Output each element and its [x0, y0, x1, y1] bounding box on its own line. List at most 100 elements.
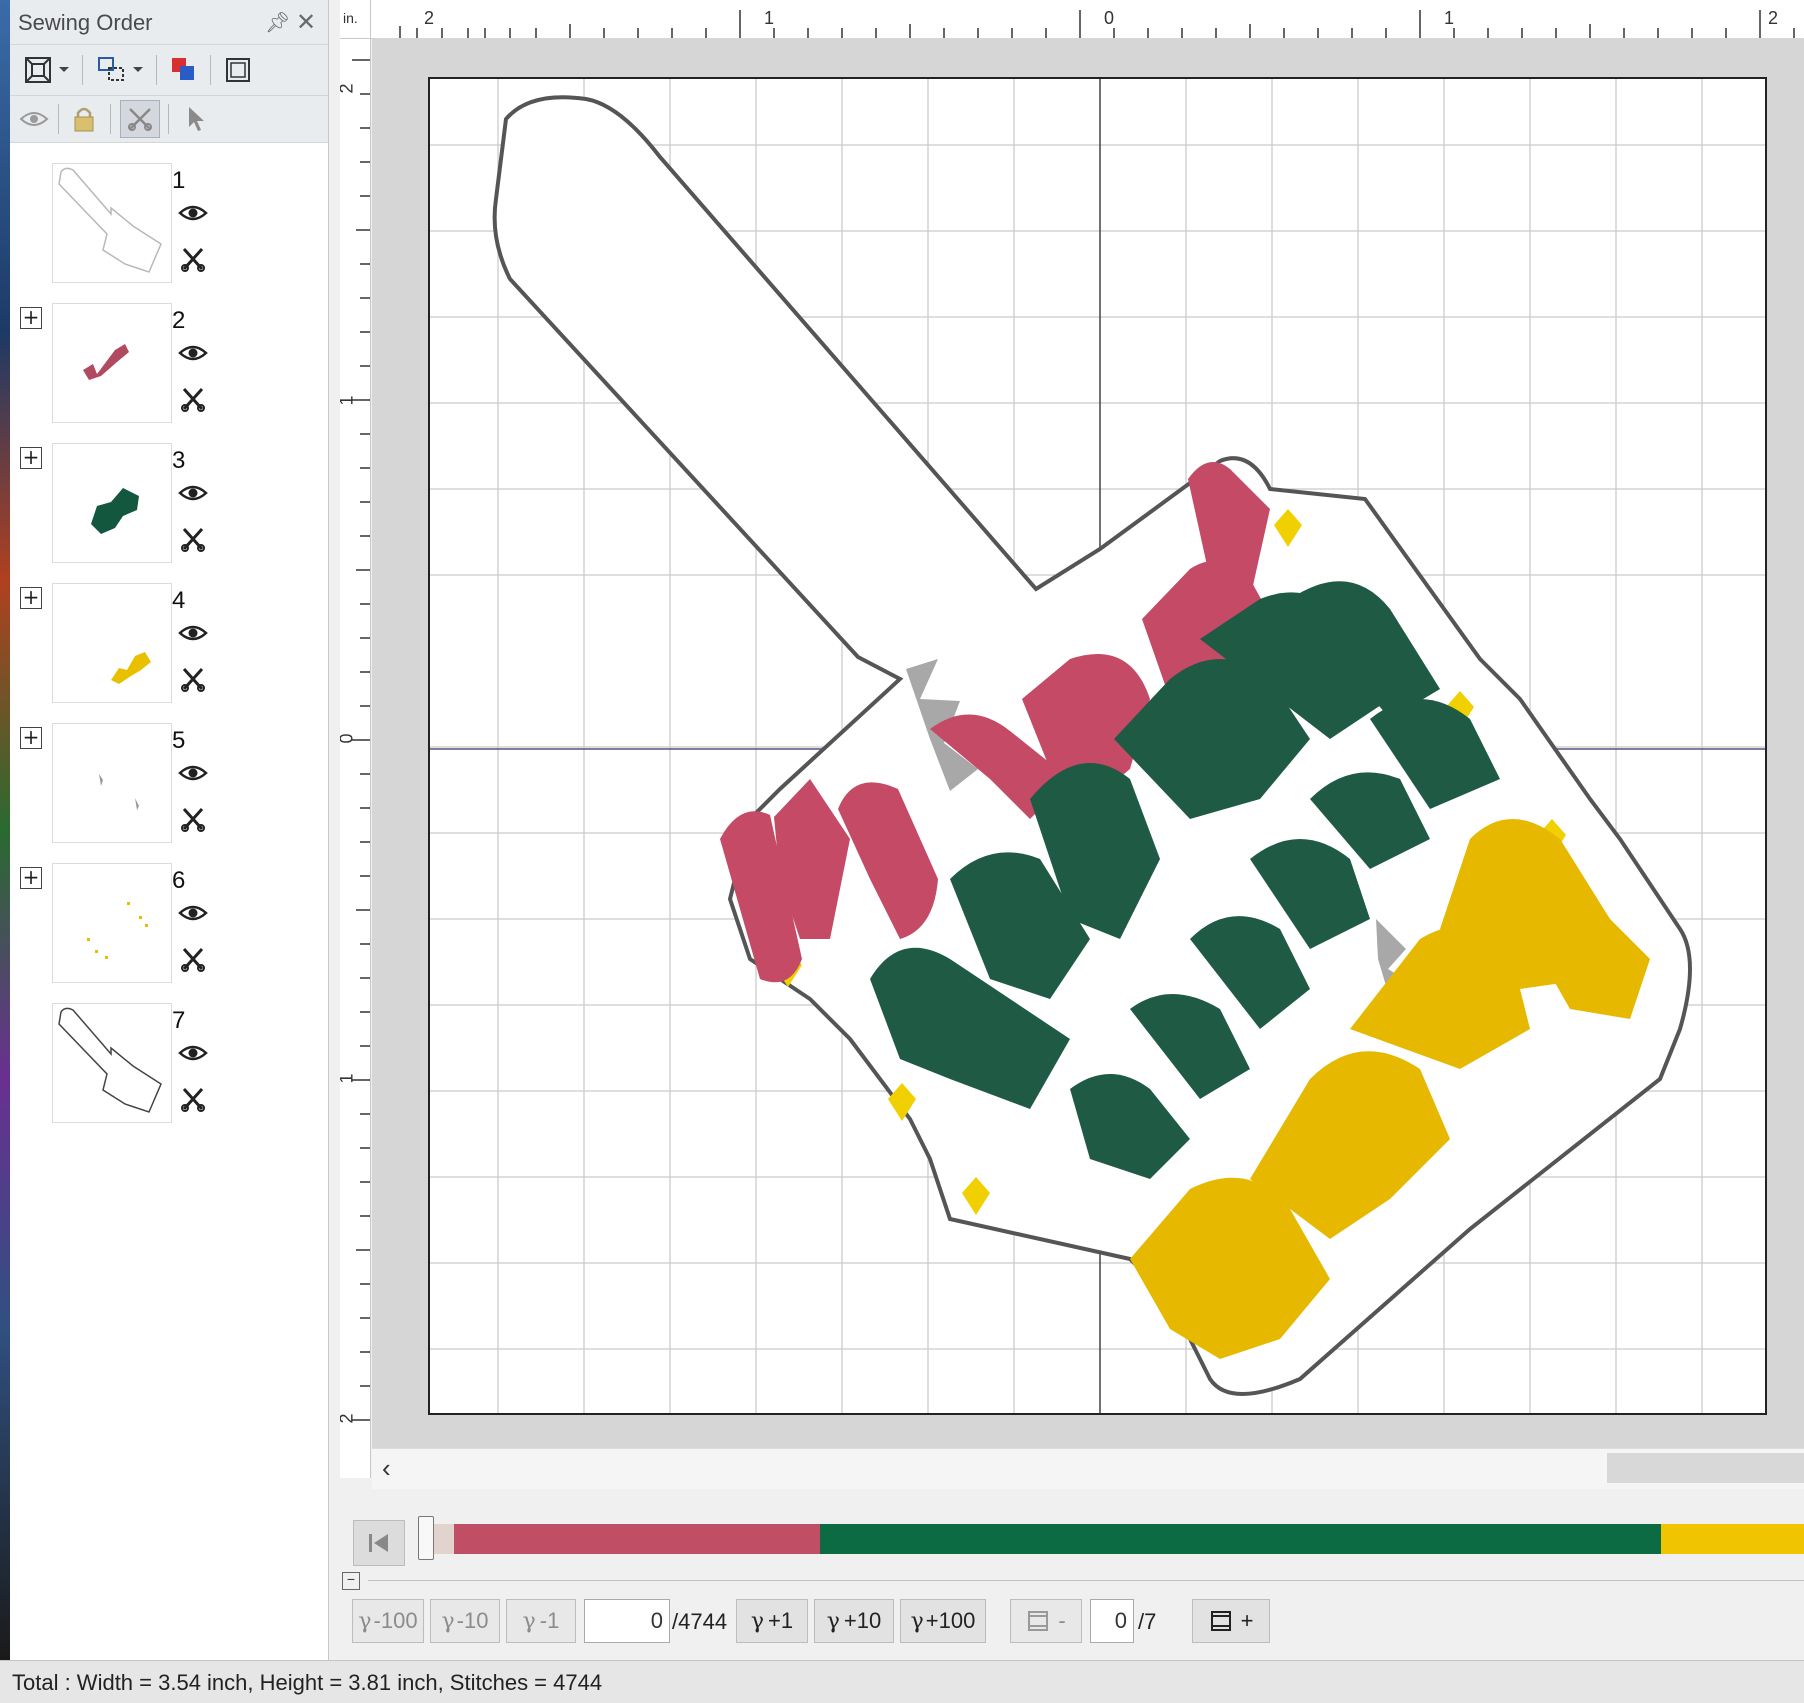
scissors-icon[interactable] — [180, 947, 206, 978]
stitch-minus-10-button[interactable]: γ -10 — [430, 1599, 500, 1643]
ruler-label: 2 — [340, 83, 358, 93]
scrollbar-thumb[interactable] — [1607, 1453, 1804, 1483]
color-total: /7 — [1138, 1609, 1157, 1634]
eye-icon[interactable] — [178, 1043, 208, 1068]
status-bar: Total : Width = 3.54 inch, Height = 3.81… — [0, 1660, 1804, 1703]
expand-icon[interactable]: + — [20, 867, 42, 889]
horizontal-scrollbar[interactable]: ‹ — [372, 1448, 1804, 1489]
color-progress-bar[interactable] — [420, 1524, 1804, 1554]
ruler-label: 2 — [340, 1413, 358, 1423]
ruler-label: 0 — [1104, 8, 1115, 28]
cut-icon[interactable] — [120, 100, 160, 138]
go-to-start-button[interactable] — [353, 1520, 405, 1566]
stitch-minus-1-button[interactable]: γ -1 — [506, 1599, 576, 1643]
step-controls: γ -100 γ -10 γ -1 0 /4744 γ +1 γ +10 γ +100 - … — [340, 1595, 1804, 1651]
item-thumbnail[interactable] — [52, 723, 172, 843]
list-item[interactable]: + 3 — [10, 443, 328, 583]
close-icon[interactable]: ✕ — [296, 8, 316, 37]
pin-icon[interactable]: 📌︎ — [265, 10, 290, 35]
hoop-icon — [1210, 1611, 1231, 1631]
stitch-minus-100-button[interactable]: γ -100 — [352, 1599, 424, 1643]
list-item[interactable]: + 4 — [10, 583, 328, 723]
item-thumbnail[interactable] — [52, 583, 172, 703]
color-segment[interactable] — [454, 1524, 820, 1554]
eye-icon[interactable] — [178, 203, 208, 228]
stitch-plus-10-button[interactable]: γ +10 — [814, 1599, 894, 1643]
design-preview — [430, 79, 1765, 1413]
ruler-unit: in. — [340, 0, 371, 39]
ruler-label: 1 — [764, 8, 775, 28]
ruler-label: 2 — [1768, 8, 1779, 28]
color-number-input[interactable]: 0 — [1090, 1599, 1134, 1643]
color-segment[interactable] — [1661, 1524, 1804, 1554]
item-thumbnail[interactable] — [52, 863, 172, 983]
color-minus-button[interactable]: - — [1010, 1599, 1082, 1643]
eye-icon[interactable] — [178, 483, 208, 508]
eye-icon[interactable] — [178, 763, 208, 788]
item-thumbnail[interactable] — [52, 443, 172, 563]
scissors-icon[interactable] — [180, 1087, 206, 1118]
scissors-icon[interactable] — [180, 387, 206, 418]
desktop-edge — [0, 0, 10, 1660]
ruler-label: 2 — [424, 8, 435, 28]
eye-icon[interactable] — [178, 623, 208, 648]
item-number: 5 — [172, 727, 186, 754]
item-thumbnail[interactable] — [52, 1003, 172, 1123]
scissors-icon[interactable] — [180, 807, 206, 838]
item-number: 7 — [172, 1007, 186, 1034]
color-order-icon[interactable] — [166, 52, 202, 88]
item-thumbnail[interactable] — [52, 163, 172, 283]
expand-icon[interactable]: + — [20, 727, 42, 749]
item-thumbnail[interactable] — [52, 303, 172, 423]
panel-toolbar-top — [10, 45, 328, 96]
status-text: Total : Width = 3.54 inch, Height = 3.81… — [12, 1670, 603, 1695]
stitch-number-input[interactable]: 0 — [584, 1599, 670, 1643]
color-plus-button[interactable]: + — [1192, 1599, 1270, 1643]
list-item[interactable]: + 5 — [10, 723, 328, 863]
item-number: 2 — [172, 307, 186, 334]
stitch-plus-100-button[interactable]: γ +100 — [900, 1599, 986, 1643]
eye-icon[interactable] — [16, 101, 52, 137]
panel-toolbar-bottom — [10, 96, 328, 143]
hoop-icon — [1028, 1611, 1049, 1631]
chevron-down-icon[interactable] — [128, 52, 148, 88]
list-item[interactable]: + 6 — [10, 863, 328, 1003]
list-item[interactable]: 7 — [10, 1003, 328, 1143]
scissors-icon[interactable] — [180, 247, 206, 278]
color-segment[interactable] — [820, 1524, 1661, 1554]
horizontal-ruler: 2 1 0 1 2 — [340, 0, 1804, 39]
chevron-left-icon[interactable]: ‹ — [382, 1453, 391, 1484]
chevron-down-icon[interactable] — [54, 52, 74, 88]
vertical-ruler: 2 1 0 1 2 — [340, 38, 371, 1478]
hoop-area[interactable] — [428, 77, 1767, 1415]
stitch-player: − — [340, 1500, 1804, 1590]
stitch-slider-handle[interactable] — [418, 1516, 434, 1560]
list-item[interactable]: + 2 — [10, 303, 328, 443]
item-number: 4 — [172, 587, 186, 614]
divider — [368, 1580, 1804, 1581]
group-objects-icon[interactable] — [94, 52, 130, 88]
expand-icon[interactable]: + — [20, 447, 42, 469]
ruler-label: 1 — [340, 395, 358, 405]
sewing-order-panel: Sewing Order 📌︎ ✕ 1 + 2 + 3 + 4 + 5 + 6 … — [10, 0, 329, 1660]
fit-view-icon[interactable] — [20, 52, 56, 88]
eye-icon[interactable] — [178, 343, 208, 368]
eye-icon[interactable] — [178, 903, 208, 928]
panel-title: Sewing Order — [18, 10, 153, 35]
stitch-total: /4744 — [672, 1609, 728, 1634]
collapse-icon[interactable]: − — [342, 1572, 360, 1590]
select-arrow-icon[interactable] — [178, 101, 214, 137]
scissors-icon[interactable] — [180, 527, 206, 558]
list-item[interactable]: 1 — [10, 163, 328, 303]
expand-icon[interactable]: + — [20, 307, 42, 329]
item-number: 3 — [172, 447, 186, 474]
expand-icon[interactable]: + — [20, 587, 42, 609]
item-number: 1 — [172, 167, 186, 194]
stitch-plus-1-button[interactable]: γ +1 — [736, 1599, 808, 1643]
scissors-icon[interactable] — [180, 667, 206, 698]
ruler-label: 1 — [340, 1073, 358, 1083]
ruler-label: 0 — [340, 733, 358, 743]
panel-header: Sewing Order 📌︎ ✕ — [10, 0, 328, 45]
hoop-icon[interactable] — [220, 52, 256, 88]
lock-icon[interactable] — [66, 101, 102, 137]
